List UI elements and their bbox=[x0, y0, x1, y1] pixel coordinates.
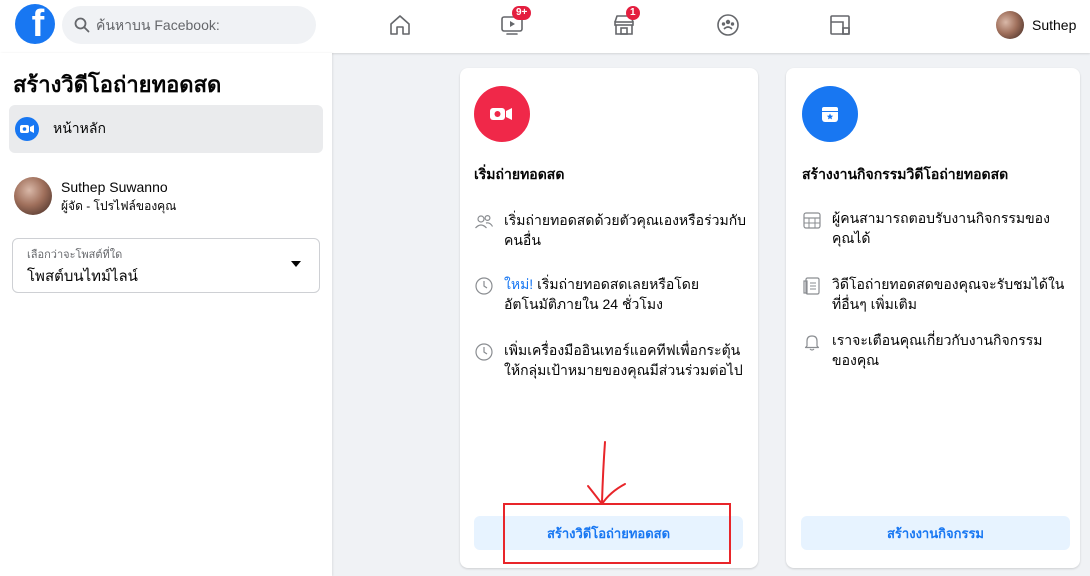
live-camera-icon bbox=[474, 86, 530, 142]
sidebar: สร้างวิดีโอถ่ายทอดสด หน้าหลัก Suthep Suw… bbox=[0, 53, 332, 576]
feature-text: เราจะเตือนคุณเกี่ยวกับงานกิจกรรมของคุณ bbox=[832, 332, 1043, 368]
feature-item: ผู้คนสามารถตอบรับงานกิจกรรมของคุณได้ bbox=[802, 208, 1068, 248]
gaming-icon bbox=[830, 15, 850, 35]
live-video-icon bbox=[15, 117, 39, 141]
live-event-title: สร้างงานกิจกรรมวิดีโอถ่ายทอดสด bbox=[802, 166, 1009, 182]
facebook-logo-icon[interactable]: f bbox=[15, 4, 55, 44]
caret-down-icon bbox=[291, 261, 301, 267]
clock-icon bbox=[475, 343, 493, 361]
clock-icon bbox=[475, 277, 493, 295]
search-input[interactable] bbox=[96, 17, 296, 33]
avatar bbox=[996, 11, 1024, 39]
feature-item: วิดีโอถ่ายทอดสดของคุณจะรับชมได้ในที่อื่น… bbox=[802, 274, 1070, 314]
profile-name: Suthep bbox=[1032, 17, 1077, 33]
people-icon bbox=[475, 214, 494, 229]
feature-item: เริ่มถ่ายทอดสดด้วยตัวคุณเองหรือร่วมกับคน… bbox=[474, 210, 756, 250]
new-highlight: ใหม่! bbox=[504, 276, 534, 292]
feature-item: เราจะเตือนคุณเกี่ยวกับงานกิจกรรมของคุณ bbox=[802, 330, 1060, 370]
go-live-title: เริ่มถ่ายทอดสด bbox=[474, 166, 565, 182]
select-label: เลือกว่าจะโพสต์ที่ใด bbox=[27, 249, 123, 261]
document-icon bbox=[803, 277, 820, 295]
nav-marketplace[interactable]: 1 bbox=[608, 6, 640, 40]
nav-gaming[interactable] bbox=[824, 10, 856, 40]
create-live-video-button[interactable]: สร้างวิดีโอถ่ายทอดสด bbox=[474, 516, 743, 550]
sidebar-item-label: หน้าหลัก bbox=[53, 120, 106, 136]
marketplace-notification-badge: 1 bbox=[626, 6, 640, 20]
page-title: สร้างวิดีโอถ่ายทอดสด bbox=[13, 72, 222, 97]
sidebar-item-home[interactable]: หน้าหลัก bbox=[9, 105, 323, 153]
search-box[interactable] bbox=[62, 6, 316, 44]
avatar bbox=[14, 177, 52, 215]
host-profile[interactable]: Suthep Suwanno ผู้จัด - โปรไฟล์ของคุณ bbox=[14, 177, 176, 215]
watch-notification-badge: 9+ bbox=[512, 6, 532, 20]
select-value: โพสต์บนไทม์ไลน์ bbox=[27, 268, 138, 285]
feature-item: เพิ่มเครื่องมืออินเทอร์แอคทีฟเพื่อกระตุ้… bbox=[474, 340, 750, 380]
groups-icon bbox=[717, 14, 739, 36]
live-event-card: สร้างงานกิจกรรมวิดีโอถ่ายทอดสด ผู้คนสามา… bbox=[786, 68, 1080, 568]
nav-watch[interactable]: 9+ bbox=[496, 6, 532, 40]
create-event-button[interactable]: สร้างงานกิจกรรม bbox=[801, 516, 1070, 550]
event-calendar-icon bbox=[802, 86, 858, 142]
calendar-icon bbox=[803, 212, 821, 229]
host-name: Suthep Suwanno bbox=[61, 179, 168, 195]
feature-text: เพิ่มเครื่องมืออินเทอร์แอคทีฟเพื่อกระตุ้… bbox=[504, 342, 743, 378]
post-destination-select[interactable]: เลือกว่าจะโพสต์ที่ใด โพสต์บนไทม์ไลน์ bbox=[12, 238, 320, 293]
feature-item: ใหม่! เริ่มถ่ายทอดสดเลยหรือโดยอัตโนมัติภ… bbox=[474, 274, 744, 314]
feature-text: วิดีโอถ่ายทอดสดของคุณจะรับชมได้ในที่อื่น… bbox=[832, 276, 1065, 312]
bell-icon bbox=[804, 335, 820, 351]
search-icon bbox=[74, 17, 90, 33]
feature-text: ผู้คนสามารถตอบรับงานกิจกรรมของคุณได้ bbox=[832, 210, 1050, 246]
nav-groups[interactable] bbox=[712, 10, 744, 40]
feature-text: เริ่มถ่ายทอดสดด้วยตัวคุณเองหรือร่วมกับคน… bbox=[504, 212, 747, 248]
top-navigation-bar: f 9+ 1 bbox=[0, 0, 1090, 53]
go-live-card: เริ่มถ่ายทอดสด เริ่มถ่ายทอดสดด้วยตัวคุณเ… bbox=[460, 68, 758, 568]
feature-text: เริ่มถ่ายทอดสดเลยหรือโดยอัตโนมัติภายใน 2… bbox=[504, 276, 700, 312]
home-icon bbox=[390, 15, 410, 35]
profile-chip[interactable]: Suthep bbox=[996, 11, 1076, 39]
nav-home[interactable] bbox=[384, 10, 416, 40]
host-role: ผู้จัด - โปรไฟล์ของคุณ bbox=[61, 199, 177, 213]
